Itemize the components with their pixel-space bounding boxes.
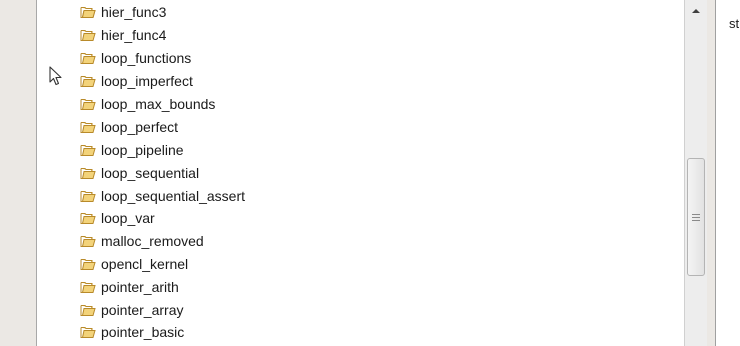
folder-open-icon [80, 282, 96, 293]
tree-item[interactable]: loop_imperfect [80, 71, 193, 91]
tree-item[interactable]: pointer_basic [80, 322, 184, 342]
grip-icon [692, 213, 700, 221]
tree-item-label: loop_var [101, 210, 155, 226]
tree-item[interactable]: loop_max_bounds [80, 94, 215, 114]
folder-open-icon [80, 7, 96, 18]
tree-item-label: loop_imperfect [101, 73, 193, 89]
right-panel: st [715, 0, 740, 346]
folder-open-icon [80, 145, 96, 156]
folder-open-icon [80, 30, 96, 41]
scrollbar-thumb[interactable] [687, 158, 705, 276]
tree-item-label: loop_perfect [101, 119, 179, 135]
folder-open-icon [80, 213, 96, 224]
folder-open-icon [80, 327, 96, 338]
tree-item-label: loop_pipeline [101, 142, 184, 158]
tree-item[interactable]: loop_sequential_assert [80, 186, 245, 206]
tree-item-label: loop_sequential_assert [101, 188, 245, 204]
scroll-up-button[interactable] [685, 0, 707, 22]
folder-open-icon [80, 76, 96, 87]
folder-open-icon [80, 53, 96, 64]
tree-item[interactable]: hier_func4 [80, 25, 166, 45]
tree-item-label: pointer_arith [101, 279, 179, 295]
tree-item-label: loop_functions [101, 50, 192, 66]
folder-open-icon [80, 168, 96, 179]
tree-item-label: pointer_basic [101, 324, 185, 340]
vertical-scrollbar[interactable] [684, 0, 707, 346]
tree-item[interactable]: loop_functions [80, 48, 191, 68]
tree-item-label: malloc_removed [101, 233, 204, 249]
tree-item-label: hier_func3 [101, 4, 167, 20]
mouse-pointer-icon [49, 66, 62, 86]
tree-item[interactable]: pointer_array [80, 300, 184, 320]
folder-open-icon [80, 99, 96, 110]
tree-item[interactable]: loop_pipeline [80, 140, 184, 160]
tree-item[interactable]: loop_var [80, 208, 155, 228]
tree-item-label: opencl_kernel [101, 256, 189, 272]
folder-open-icon [80, 122, 96, 133]
tree-item[interactable]: malloc_removed [80, 231, 204, 251]
tree-item-label: loop_max_bounds [101, 96, 216, 112]
arrow-up-icon [692, 9, 700, 13]
tree-item[interactable]: loop_perfect [80, 117, 178, 137]
tree-item[interactable]: loop_sequential [80, 163, 199, 183]
tree-item[interactable]: pointer_arith [80, 277, 179, 297]
folder-tree-view[interactable]: hier_func3 hier_func4 loop_functions loo… [36, 0, 684, 346]
tree-item-label: loop_sequential [101, 165, 200, 181]
folder-open-icon [80, 305, 96, 316]
folder-open-icon [80, 236, 96, 247]
tree-item[interactable]: hier_func3 [80, 2, 166, 22]
tree-item-label: hier_func4 [101, 27, 167, 43]
tree-item-label: pointer_array [101, 302, 184, 318]
right-panel-text: st [729, 16, 740, 31]
folder-open-icon [80, 259, 96, 270]
folder-open-icon [80, 191, 96, 202]
tree-item[interactable]: opencl_kernel [80, 254, 188, 274]
left-frame [0, 0, 36, 346]
